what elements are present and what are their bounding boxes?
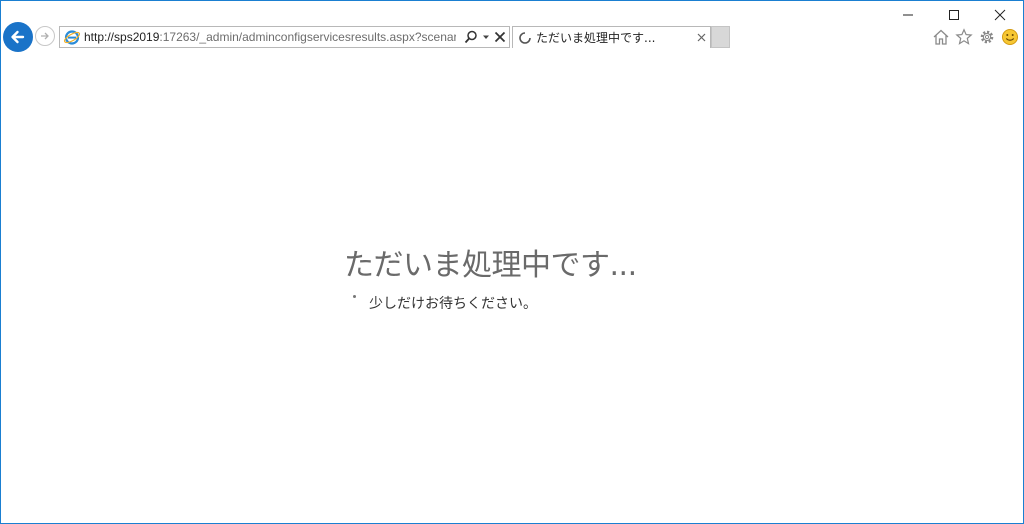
browser-toolbar: http://sps2019:17263/_admin/adminconfigs… [1, 21, 1023, 53]
new-tab-button[interactable] [711, 26, 730, 48]
maximize-icon [949, 10, 959, 20]
page-title: ただいま処理中です... [344, 248, 637, 283]
home-icon [933, 29, 948, 45]
close-window-icon [994, 9, 1006, 21]
forward-button[interactable] [35, 26, 55, 46]
gear-icon [980, 30, 993, 43]
address-url[interactable]: http://sps2019:17263/_admin/adminconfigs… [84, 30, 456, 44]
tools-button[interactable] [977, 27, 996, 46]
home-button[interactable] [931, 27, 950, 46]
internet-explorer-icon [63, 30, 81, 45]
smiley-icon [1001, 28, 1018, 45]
minimize-icon [903, 14, 913, 16]
back-arrow-icon [11, 30, 25, 44]
browser-window: http://sps2019:17263/_admin/adminconfigs… [0, 0, 1024, 524]
tab-close-button[interactable] [697, 33, 706, 42]
address-dropdown-button[interactable] [482, 33, 490, 41]
forward-arrow-icon [41, 32, 49, 40]
page-content: ただいま処理中です... 少しだけお待ちください。 [1, 55, 1023, 523]
loading-spinner-icon [519, 31, 531, 44]
close-icon [494, 31, 506, 43]
favorites-button[interactable] [954, 27, 973, 46]
browser-tab[interactable]: ただいま処理中です... [512, 26, 711, 48]
tab-title: ただいま処理中です... [536, 31, 656, 45]
address-tools [464, 30, 506, 44]
search-icon [464, 30, 477, 44]
address-bar[interactable]: http://sps2019:17263/_admin/adminconfigs… [59, 26, 510, 48]
search-button[interactable] [464, 30, 478, 44]
wait-message: 少しだけお待ちください。 [369, 296, 537, 312]
star-icon [954, 27, 973, 45]
feedback-button[interactable] [1000, 27, 1019, 46]
address-url-host: http://sps2019 [84, 30, 160, 44]
stop-button[interactable] [494, 31, 506, 43]
progress-indicator [353, 295, 356, 298]
chevron-down-icon [483, 35, 489, 39]
tab-close-icon [697, 33, 706, 42]
back-button[interactable] [3, 22, 33, 52]
address-url-path: :17263/_admin/adminconfigservicesresults… [159, 30, 456, 44]
command-icons [931, 27, 1019, 46]
